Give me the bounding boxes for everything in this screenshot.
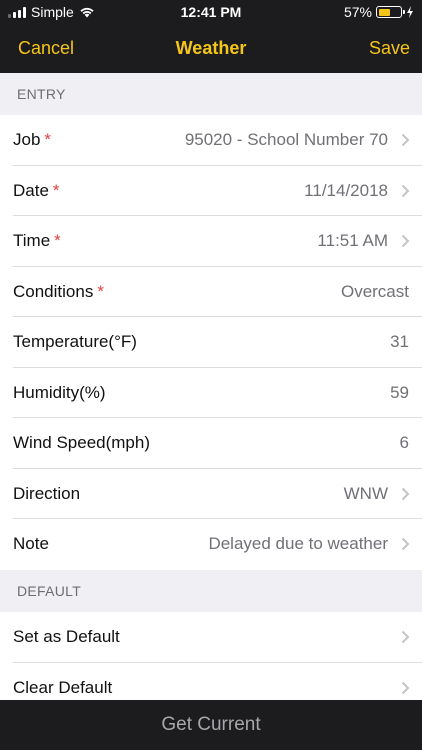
row-time[interactable]: Time * 11:51 AM bbox=[0, 216, 422, 267]
time-value: 11:51 AM bbox=[317, 231, 388, 250]
chevron-right-icon bbox=[401, 184, 410, 197]
direction-value: WNW bbox=[343, 483, 388, 503]
clear-default-label: Clear Default bbox=[13, 677, 113, 697]
note-label: Note bbox=[13, 534, 49, 553]
required-marker: * bbox=[97, 281, 104, 301]
status-right: 57% bbox=[344, 4, 414, 20]
chevron-right-icon bbox=[401, 537, 410, 551]
battery-percent: 57% bbox=[343, 4, 372, 20]
charging-bolt-icon bbox=[407, 6, 413, 18]
date-label: Date * bbox=[13, 180, 60, 200]
time-label: Time * bbox=[13, 231, 61, 250]
chevron-right-icon bbox=[401, 133, 410, 147]
chevron-right-icon bbox=[401, 681, 410, 694]
temperature-label: Temperature(°F) bbox=[13, 332, 137, 351]
save-button[interactable]: Save bbox=[369, 38, 410, 59]
row-direction[interactable]: Direction WNW bbox=[0, 468, 422, 519]
battery-icon bbox=[376, 6, 405, 18]
note-value: Delayed due to weather bbox=[208, 534, 388, 553]
row-note[interactable]: Note Delayed due to weather bbox=[0, 519, 422, 570]
job-value: 95020 - School Number 70 bbox=[184, 130, 388, 149]
chevron-right-icon bbox=[401, 487, 410, 500]
temperature-value: 31 bbox=[390, 332, 409, 351]
required-marker: * bbox=[52, 180, 60, 200]
wind-speed-label: Wind Speed(mph) bbox=[13, 433, 151, 452]
get-current-button[interactable]: Get Current bbox=[0, 700, 422, 750]
row-conditions[interactable]: Conditions * Overcast bbox=[0, 266, 422, 317]
humidity-label: Humidity(%) bbox=[13, 382, 106, 402]
row-humidity[interactable]: Humidity(%) 59 bbox=[0, 367, 422, 418]
section-header-default: DEFAULT bbox=[0, 570, 422, 612]
nav-bar: Cancel Weather Save bbox=[0, 24, 422, 73]
row-set-default[interactable]: Set as Default bbox=[0, 612, 422, 663]
date-value: 11/14/2018 bbox=[304, 180, 388, 200]
default-list: Set as Default Clear Default bbox=[0, 612, 422, 713]
chevron-right-icon bbox=[401, 234, 410, 248]
row-date[interactable]: Date * 11/14/2018 bbox=[0, 165, 422, 216]
page-title: Weather bbox=[175, 38, 247, 58]
row-temperature[interactable]: Temperature(°F) 31 bbox=[0, 317, 422, 368]
wind-speed-value: 6 bbox=[399, 433, 409, 452]
section-header-entry: ENTRY bbox=[0, 73, 422, 115]
top-bar: Simple 12:41 PM 57% Cancel Weather Save bbox=[0, 0, 422, 73]
row-job[interactable]: Job * 95020 - School Number 70 bbox=[0, 115, 422, 166]
status-bar: Simple 12:41 PM 57% bbox=[0, 0, 422, 24]
row-wind-speed[interactable]: Wind Speed(mph) 6 bbox=[0, 418, 422, 469]
conditions-value: Overcast bbox=[340, 281, 409, 301]
chevron-right-icon bbox=[401, 630, 410, 644]
required-marker: * bbox=[54, 231, 61, 250]
humidity-value: 59 bbox=[390, 382, 409, 402]
direction-label: Direction bbox=[13, 483, 81, 503]
required-marker: * bbox=[44, 130, 52, 149]
entry-list: Job * 95020 - School Number 70 Date * 11/1… bbox=[0, 115, 422, 570]
conditions-label: Conditions * bbox=[13, 281, 104, 301]
set-default-label: Set as Default bbox=[13, 627, 120, 646]
job-label: Job * bbox=[13, 130, 52, 149]
